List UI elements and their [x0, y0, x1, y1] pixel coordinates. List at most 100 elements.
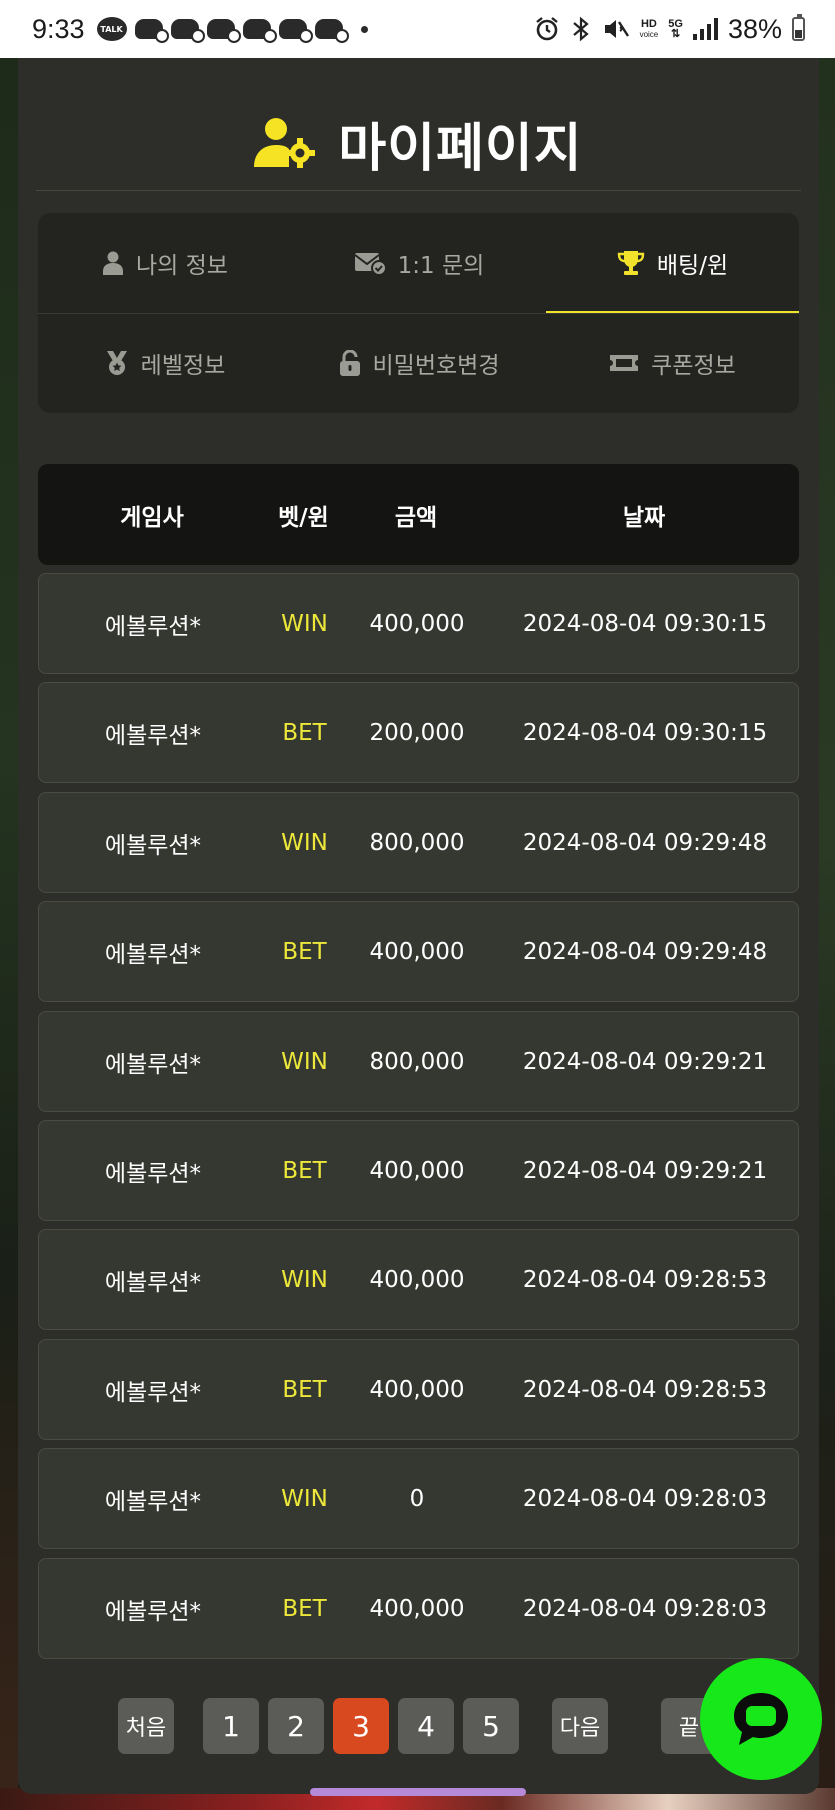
page-1-button[interactable]: 1	[203, 1698, 259, 1754]
background-left	[0, 58, 18, 1810]
game-notification-icon	[134, 19, 169, 43]
trophy-icon	[617, 250, 645, 276]
status-time: 9:33	[32, 13, 85, 44]
cell-type: BET	[282, 1595, 327, 1622]
cell-provider: 에볼루션*	[104, 1160, 202, 1187]
page-2-button[interactable]: 2	[268, 1698, 324, 1754]
cell-provider: 에볼루션*	[104, 1379, 202, 1406]
cell-amount: 400,000	[369, 1266, 465, 1293]
tab-label: 나의 정보	[136, 253, 228, 279]
title-divider	[36, 190, 801, 191]
ticket-icon	[609, 352, 639, 374]
table-row: 에볼루션* BET 400,000 2024-08-04 09:29:21	[38, 1120, 799, 1221]
cell-amount: 800,000	[369, 829, 465, 856]
table-row: 에볼루션* BET 200,000 2024-08-04 09:30:15	[38, 682, 799, 783]
cell-type: WIN	[281, 1048, 328, 1075]
cell-date: 2024-08-04 09:29:21	[522, 1157, 768, 1184]
notification-icons: TALK	[96, 17, 368, 43]
envelope-check-icon	[354, 251, 386, 275]
system-icons: HD voice 5G ⇅ 38%	[534, 14, 805, 45]
cell-date: 2024-08-04 09:28:03	[522, 1595, 768, 1622]
hd-voice-icon: HD voice	[640, 17, 659, 40]
page-4-button[interactable]: 4	[398, 1698, 454, 1754]
cell-provider: 에볼루션*	[104, 941, 202, 968]
cell-amount: 0	[409, 1485, 425, 1512]
first-page-button[interactable]: 처음	[118, 1698, 174, 1754]
kakaotalk-icon: TALK	[96, 17, 127, 41]
cell-amount: 400,000	[369, 938, 465, 965]
cell-provider: 에볼루션*	[104, 1598, 202, 1625]
cell-provider: 에볼루션*	[104, 1051, 202, 1078]
tab-label: 비밀번호변경	[372, 353, 500, 379]
tab-label: 쿠폰정보	[651, 353, 736, 379]
cell-amount: 200,000	[369, 719, 465, 746]
cell-date: 2024-08-04 09:29:48	[522, 938, 768, 965]
tab-level-info[interactable]: 레벨정보	[38, 313, 292, 413]
user-gear-icon	[254, 118, 316, 168]
chat-bubble-icon	[734, 1693, 788, 1745]
column-header-bet-win: 벳/윈	[278, 504, 329, 531]
more-notifications-dot	[360, 25, 368, 33]
cell-date: 2024-08-04 09:30:15	[522, 719, 768, 746]
hd-label: HD	[640, 17, 657, 30]
medal-icon	[105, 350, 129, 376]
cell-type: BET	[282, 1376, 327, 1403]
cell-provider: 에볼루션*	[104, 722, 202, 749]
home-indicator	[310, 1788, 526, 1796]
game-notification-icon	[206, 19, 241, 43]
5g-icon: 5G ⇅	[668, 18, 683, 40]
cell-date: 2024-08-04 09:29:21	[522, 1048, 768, 1075]
cell-type: BET	[282, 719, 327, 746]
lock-icon	[339, 350, 361, 376]
tab-coupon-info[interactable]: 쿠폰정보	[546, 313, 799, 413]
tab-betting-win[interactable]: 배팅/윈	[546, 213, 799, 313]
status-bar: 9:33 TALK HD voice 5G ⇅ 38%	[0, 0, 835, 58]
tab-label: 1:1 문의	[397, 253, 485, 279]
column-header-amount: 금액	[394, 504, 438, 531]
cell-amount: 800,000	[369, 1048, 465, 1075]
network-label: 5G	[668, 18, 683, 30]
cell-provider: 에볼루션*	[104, 1269, 202, 1296]
mypage-panel: 마이페이지 나의 정보 1:1 문의 배팅/윈 레벨정보 비밀번호변경 쿠폰정보…	[18, 58, 819, 1794]
cell-date: 2024-08-04 09:29:48	[522, 829, 768, 856]
cell-type: BET	[282, 938, 327, 965]
pagination: 처음 1 2 3 4 5 다음 끝	[18, 1698, 819, 1756]
chat-button[interactable]	[700, 1658, 822, 1780]
table-row: 에볼루션* BET 400,000 2024-08-04 09:28:03	[38, 1558, 799, 1659]
battery-percent: 38%	[727, 13, 782, 44]
table-row: 에볼루션* BET 400,000 2024-08-04 09:29:48	[38, 901, 799, 1002]
cell-provider: 에볼루션*	[104, 1488, 202, 1515]
cell-amount: 400,000	[369, 1157, 465, 1184]
cell-date: 2024-08-04 09:30:15	[522, 610, 768, 637]
table-row: 에볼루션* WIN 0 2024-08-04 09:28:03	[38, 1448, 799, 1549]
tab-my-info[interactable]: 나의 정보	[38, 213, 292, 313]
signal-icon	[692, 18, 718, 40]
column-header-provider: 게임사	[120, 504, 184, 531]
page-5-button[interactable]: 5	[463, 1698, 519, 1754]
mypage-tabs: 나의 정보 1:1 문의 배팅/윈 레벨정보 비밀번호변경 쿠폰정보	[38, 213, 799, 413]
tab-change-password[interactable]: 비밀번호변경	[292, 313, 546, 413]
background-right	[817, 58, 835, 1810]
cell-type: WIN	[281, 610, 328, 637]
cell-type: WIN	[281, 1266, 328, 1293]
table-row: 에볼루션* WIN 800,000 2024-08-04 09:29:21	[38, 1011, 799, 1112]
game-notification-icon	[278, 19, 313, 43]
user-icon	[102, 251, 124, 275]
cell-amount: 400,000	[369, 610, 465, 637]
table-row: 에볼루션* WIN 800,000 2024-08-04 09:29:48	[38, 792, 799, 893]
battery-icon	[792, 14, 805, 41]
tab-inquiry[interactable]: 1:1 문의	[292, 213, 546, 313]
cell-provider: 에볼루션*	[104, 613, 202, 640]
mute-icon	[604, 20, 629, 38]
page-3-button[interactable]: 3	[333, 1698, 389, 1754]
cell-provider: 에볼루션*	[104, 832, 202, 859]
next-page-button[interactable]: 다음	[552, 1698, 608, 1754]
cell-date: 2024-08-04 09:28:53	[522, 1266, 768, 1293]
page-header: 마이페이지	[18, 98, 819, 188]
tab-label: 레벨정보	[140, 353, 226, 379]
table-row: 에볼루션* WIN 400,000 2024-08-04 09:28:53	[38, 1229, 799, 1330]
cell-type: WIN	[281, 829, 328, 856]
table-row: 에볼루션* WIN 400,000 2024-08-04 09:30:15	[38, 573, 799, 674]
table-header: 게임사 벳/윈 금액 날짜	[38, 464, 799, 565]
tab-label: 배팅/윈	[656, 253, 729, 279]
